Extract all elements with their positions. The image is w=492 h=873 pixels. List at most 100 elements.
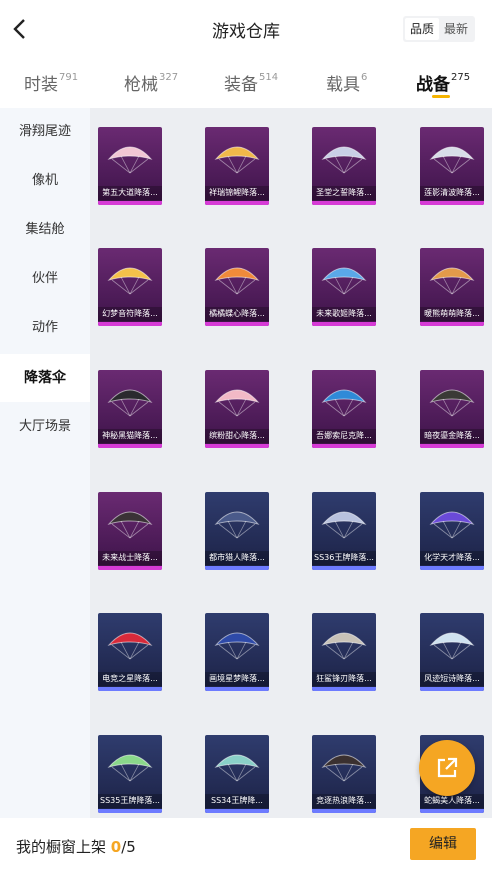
sidebar-item-pod[interactable]: 集结舱 <box>0 206 90 254</box>
item-frame: 电竞之星降落... <box>98 613 162 691</box>
tab-vehicles[interactable]: 载具6 <box>326 70 367 95</box>
item-frame: SS35王牌降落... <box>98 735 162 813</box>
item-name: 橘橘蝶心降落... <box>205 307 269 321</box>
item-name: 暖熊萌萌降落... <box>420 307 484 321</box>
parachute-item-card[interactable]: 莲影清波降落... <box>420 127 484 205</box>
parachute-item-card[interactable]: 竞逐热浪降落... <box>312 735 376 813</box>
item-frame: 未来战士降落... <box>98 492 162 570</box>
item-frame: 暗夜鎏金降落... <box>420 370 484 448</box>
tab-equipment[interactable]: 装备514 <box>224 70 278 95</box>
tab-label: 战备 <box>416 75 450 95</box>
showcase-label: 我的橱窗上架 <box>16 838 107 856</box>
item-name: 未来歌姬降落... <box>312 307 376 321</box>
item-frame: 未来歌姬降落... <box>312 248 376 326</box>
parachute-item-card[interactable]: 祥瑞锦鲤降落... <box>205 127 269 205</box>
parachute-icon <box>429 511 475 539</box>
item-frame: 暖熊萌萌降落... <box>420 248 484 326</box>
item-frame: 橘橘蝶心降落... <box>205 248 269 326</box>
parachute-item-card[interactable]: 暖熊萌萌降落... <box>420 248 484 326</box>
parachute-item-card[interactable]: SS34王牌降... <box>205 735 269 813</box>
item-name: SS35王牌降落... <box>98 794 162 808</box>
sort-option-quality[interactable]: 品质 <box>405 18 439 40</box>
parachute-item-card[interactable]: 化学天才降落... <box>420 492 484 570</box>
item-name: 都市猎人降落... <box>205 551 269 565</box>
parachute-icon <box>321 511 367 539</box>
rarity-bar <box>420 444 484 448</box>
parachute-item-card[interactable]: 未来战士降落... <box>98 492 162 570</box>
tab-gear[interactable]: 战备275 <box>416 70 470 95</box>
item-frame: 画境星梦降落... <box>205 613 269 691</box>
item-frame: 吾娜索尼克降... <box>312 370 376 448</box>
footer: 我的橱窗上架 0/5 编辑 <box>0 818 492 873</box>
item-frame: SS36王牌降落... <box>312 492 376 570</box>
item-frame: 都市猎人降落... <box>205 492 269 570</box>
parachute-item-card[interactable]: SS36王牌降落... <box>312 492 376 570</box>
tab-label: 时装 <box>24 75 58 95</box>
tab-underline <box>432 95 450 98</box>
parachute-icon <box>214 632 260 660</box>
item-name: 未来战士降落... <box>98 551 162 565</box>
sidebar-item-glide-trail[interactable]: 滑翔尾迹 <box>0 108 90 156</box>
tab-outfit[interactable]: 时装791 <box>24 70 78 95</box>
parachute-item-card[interactable]: 未来歌姬降落... <box>312 248 376 326</box>
sidebar-item-emote[interactable]: 动作 <box>0 304 90 352</box>
parachute-item-card[interactable]: 暗夜鎏金降落... <box>420 370 484 448</box>
item-frame: 莲影清波降落... <box>420 127 484 205</box>
rarity-bar <box>98 566 162 570</box>
rarity-bar <box>205 809 269 813</box>
tab-label: 载具 <box>326 75 360 95</box>
rarity-bar <box>205 566 269 570</box>
parachute-item-card[interactable]: 神秘黑猫降落... <box>98 370 162 448</box>
parachute-item-card[interactable]: 风迹短诗降落... <box>420 613 484 691</box>
item-name: 狂鲨锋刃降落... <box>312 672 376 686</box>
tab-count: 275 <box>451 72 471 84</box>
parachute-icon <box>321 146 367 174</box>
parachute-icon <box>429 146 475 174</box>
parachute-icon <box>214 754 260 782</box>
parachute-item-card[interactable]: 幻梦音符降落... <box>98 248 162 326</box>
parachute-item-card[interactable]: 圣堂之誓降落... <box>312 127 376 205</box>
parachute-item-card[interactable]: 缤粉甜心降落... <box>205 370 269 448</box>
parachute-item-card[interactable]: 狂鲨锋刃降落... <box>312 613 376 691</box>
edit-button[interactable]: 编辑 <box>410 828 476 860</box>
item-frame: 化学天才降落... <box>420 492 484 570</box>
parachute-item-card[interactable]: 电竞之星降落... <box>98 613 162 691</box>
rarity-bar <box>312 322 376 326</box>
item-frame: 圣堂之誓降落... <box>312 127 376 205</box>
parachute-item-card[interactable]: 吾娜索尼克降... <box>312 370 376 448</box>
item-frame: 竞逐热浪降落... <box>312 735 376 813</box>
item-name: SS34王牌降... <box>205 794 269 808</box>
parachute-item-card[interactable]: SS35王牌降落... <box>98 735 162 813</box>
category-tabs: 时装791 枪械327 装备514 载具6 战备275 <box>0 58 492 108</box>
item-name: 暗夜鎏金降落... <box>420 429 484 443</box>
tab-count: 791 <box>59 72 79 84</box>
parachute-item-card[interactable]: 橘橘蝶心降落... <box>205 248 269 326</box>
parachute-item-card[interactable]: 画境星梦降落... <box>205 613 269 691</box>
sidebar-item-companion[interactable]: 伙伴 <box>0 255 90 303</box>
share-button[interactable] <box>419 740 475 796</box>
rarity-bar <box>98 809 162 813</box>
item-frame: 神秘黑猫降落... <box>98 370 162 448</box>
rarity-bar <box>98 687 162 691</box>
parachute-item-card[interactable]: 第五大道降落... <box>98 127 162 205</box>
item-name: 化学天才降落... <box>420 551 484 565</box>
sidebar-item-lobby[interactable]: 大厅场景 <box>0 403 90 451</box>
tab-count: 327 <box>159 72 179 84</box>
sort-option-latest[interactable]: 最新 <box>439 18 473 40</box>
item-name: 第五大道降落... <box>98 186 162 200</box>
item-grid: 第五大道降落... 祥瑞锦鲤降落... 圣堂之誓降落... 莲影清波降落... 幻梦音符… <box>90 108 492 818</box>
tab-weapons[interactable]: 枪械327 <box>124 70 178 95</box>
parachute-icon <box>107 754 153 782</box>
parachute-item-card[interactable]: 都市猎人降落... <box>205 492 269 570</box>
rarity-bar <box>312 201 376 205</box>
item-frame: 缤粉甜心降落... <box>205 370 269 448</box>
item-name: SS36王牌降落... <box>312 551 376 565</box>
rarity-bar <box>205 444 269 448</box>
rarity-bar <box>420 687 484 691</box>
parachute-icon <box>107 267 153 295</box>
rarity-bar <box>420 566 484 570</box>
parachute-icon <box>321 267 367 295</box>
sidebar-item-parachute[interactable]: 降落伞 <box>0 354 90 402</box>
parachute-icon <box>214 146 260 174</box>
sidebar-item-camera[interactable]: 像机 <box>0 157 90 205</box>
